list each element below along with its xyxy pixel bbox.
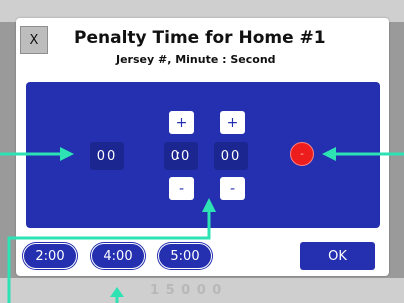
minute-decrement-button[interactable]: - [169,177,194,200]
quick-time-4-00-button[interactable]: 4:00 [91,243,145,269]
penalty-dialog: X Penalty Time for Home #1 Jersey #, Min… [16,18,389,276]
dialog-title: Penalty Time for Home #1 [74,28,326,48]
ok-button[interactable]: OK [300,242,375,270]
minute-field[interactable]: 00 [164,142,198,170]
time-separator: : [176,148,181,163]
remove-penalty-button[interactable]: - [290,142,314,166]
second-increment-button[interactable]: + [220,111,245,134]
second-decrement-button[interactable]: - [220,177,245,200]
close-button[interactable]: X [20,26,48,54]
backdrop-faded-text: 1 5 0 0 0 [150,283,223,298]
dialog-subtitle: Jersey #, Minute : Second [116,53,276,66]
jersey-number-field[interactable]: 00 [90,142,124,170]
time-entry-panel [26,82,380,228]
quick-time-5-00-button[interactable]: 5:00 [158,243,212,269]
minute-increment-button[interactable]: + [169,111,194,134]
quick-time-2-00-button[interactable]: 2:00 [23,243,77,269]
second-field[interactable]: 00 [214,142,248,170]
